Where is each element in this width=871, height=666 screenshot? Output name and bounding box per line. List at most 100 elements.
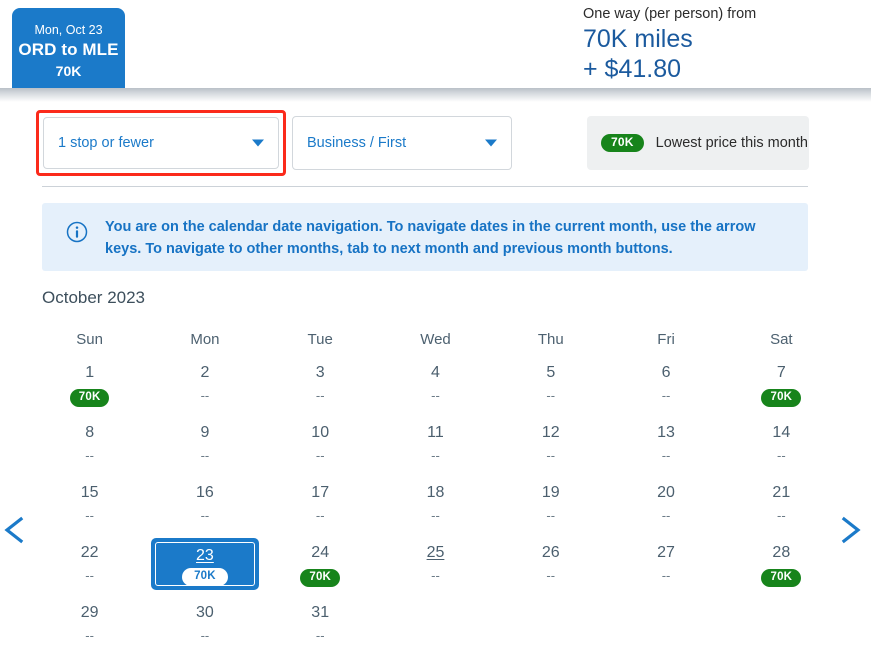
calendar-day-cell: 2 -- — [147, 358, 262, 418]
calendar-day-blank — [493, 598, 608, 656]
calendar-day-number: 28 — [772, 544, 791, 561]
calendar-day-number: 23 — [196, 547, 214, 564]
price-cash: + $41.80 — [583, 55, 682, 83]
calendar-day[interactable]: 24 70K — [263, 538, 378, 596]
chevron-right-icon — [841, 516, 861, 544]
calendar-day-price: -- — [315, 508, 325, 523]
calendar-day[interactable]: 12 -- — [493, 418, 608, 476]
calendar-day[interactable]: 9 -- — [147, 418, 262, 476]
calendar-day-cell: 7 70K — [724, 358, 839, 418]
calendar-day-number: 19 — [541, 484, 560, 501]
flight-tab-route: ORD to MLE — [18, 40, 119, 59]
calendar-day[interactable]: 11 -- — [378, 418, 493, 476]
next-month-button[interactable] — [833, 512, 867, 548]
calendar-day[interactable]: 20 -- — [608, 478, 723, 536]
calendar-day[interactable]: 7 70K — [724, 358, 839, 416]
calendar-day-number: 26 — [541, 544, 560, 561]
calendar-day-price: -- — [85, 568, 94, 583]
calendar-day[interactable]: 19 -- — [493, 478, 608, 536]
stops-filter-value: 1 stop or fewer — [58, 135, 154, 151]
calendar-day-blank — [724, 598, 839, 656]
price-summary: One way (per person) from 70K miles + $4… — [571, 0, 871, 84]
calendar-weeks: 1 70K 2 -- 3 -- 4 -- 5 -- 6 -- 7 70K 8 -- 9 -- 10 -- 11 -- 12-… — [32, 358, 839, 658]
banner-message: You are on the calendar date navigation.… — [105, 219, 756, 257]
stops-filter-focus-ring: 1 stop or fewer — [36, 110, 286, 176]
calendar-day-number: 12 — [541, 424, 560, 441]
calendar-day-cell: 27 -- — [608, 538, 723, 598]
calendar-day-cell: 6 -- — [608, 358, 723, 418]
calendar-day[interactable]: 28 70K — [724, 538, 839, 596]
calendar-day-number: 3 — [315, 364, 325, 381]
calendar-day-cell: 19 -- — [493, 478, 608, 538]
price-badge: 70K — [182, 568, 228, 586]
info-circle-icon — [66, 221, 88, 243]
cabin-filter-value: Business / First — [307, 135, 407, 151]
flight-segment-tab[interactable]: Mon, Oct 23 ORD to MLE 70K — [12, 8, 125, 90]
calendar-day[interactable]: 3 -- — [263, 358, 378, 416]
chevron-left-icon — [4, 516, 24, 544]
calendar-week-row: 15 -- 16 -- 17 -- 18 -- 19 -- 20 -- 21 -- — [32, 478, 839, 538]
calendar-day-price: -- — [200, 388, 210, 403]
header-divider-shadow — [0, 88, 871, 102]
chevron-down-icon — [252, 139, 264, 147]
accessibility-info-banner: You are on the calendar date navigation.… — [42, 203, 808, 271]
calendar-day[interactable]: 31 -- — [263, 598, 378, 656]
calendar-day[interactable]: 25 -- — [378, 538, 493, 596]
calendar-day[interactable]: 29 -- — [32, 598, 147, 656]
calendar-day-price: -- — [431, 568, 440, 583]
legend-label: Lowest price this month — [655, 135, 808, 151]
calendar-day-price: -- — [315, 388, 325, 403]
calendar-day-price: -- — [431, 508, 440, 523]
calendar-day-number: 13 — [657, 424, 675, 441]
calendar-day-cell: 12 -- — [493, 418, 608, 478]
calendar-day-number: 29 — [80, 604, 99, 621]
cabin-filter-select[interactable]: Business / First — [292, 116, 512, 170]
calendar-day[interactable]: 15 -- — [32, 478, 147, 536]
calendar-day[interactable]: 10 -- — [263, 418, 378, 476]
calendar-day-price: -- — [200, 508, 210, 523]
calendar-day-cell: 9 -- — [147, 418, 262, 478]
calendar-day[interactable]: 18 -- — [378, 478, 493, 536]
calendar-day-cell: 17 -- — [263, 478, 378, 538]
calendar-day-price: -- — [546, 508, 556, 523]
calendar-day-selected[interactable]: 23 70K — [150, 538, 259, 590]
calendar-day[interactable]: 5 -- — [493, 358, 608, 416]
calendar-day-price: 70K — [724, 567, 839, 587]
previous-month-button[interactable] — [0, 512, 34, 548]
calendar-day[interactable]: 22 -- — [32, 538, 147, 596]
calendar-day-cell: 25 -- — [378, 538, 493, 598]
calendar-day-number: 21 — [772, 484, 791, 501]
calendar-day[interactable]: 13 -- — [608, 418, 723, 476]
calendar-day-cell: 14 -- — [724, 418, 839, 478]
calendar-day[interactable]: 17 -- — [263, 478, 378, 536]
calendar-day-number: 9 — [200, 424, 210, 441]
price-label: One way (per person) from — [583, 6, 757, 22]
calendar-day[interactable]: 4 -- — [378, 358, 493, 416]
calendar-day-number: 11 — [427, 424, 444, 441]
stops-filter-select[interactable]: 1 stop or fewer — [43, 117, 279, 169]
calendar-day[interactable]: 27 -- — [608, 538, 723, 596]
calendar-day[interactable]: 26 -- — [493, 538, 608, 596]
calendar-day-price: -- — [546, 388, 556, 403]
calendar-day-price: -- — [546, 568, 556, 583]
calendar-day[interactable]: 30 -- — [147, 598, 262, 656]
chevron-down-icon — [485, 139, 497, 147]
calendar-day[interactable]: 14 -- — [724, 418, 839, 476]
calendar-day[interactable]: 6 -- — [608, 358, 723, 416]
calendar-week-row: 1 70K 2 -- 3 -- 4 -- 5 -- 6 -- 7 70K — [32, 358, 839, 418]
calendar-day[interactable]: 8 -- — [32, 418, 147, 476]
calendar-day[interactable]: 1 70K — [32, 358, 147, 416]
calendar-day-number: 18 — [426, 484, 445, 501]
calendar-day[interactable]: 21 -- — [724, 478, 839, 536]
calendar-day-cell: 8 -- — [32, 418, 147, 478]
calendar-day[interactable]: 16 -- — [147, 478, 262, 536]
weekday-tue: Tue — [307, 331, 333, 348]
calendar-day-cell: 18 -- — [378, 478, 493, 538]
calendar-day-price: -- — [661, 568, 671, 583]
price-badge: 70K — [761, 389, 802, 407]
calendar-day-price: -- — [546, 448, 556, 463]
calendar-day-cell: 5 -- — [493, 358, 608, 418]
calendar-day[interactable]: 2 -- — [147, 358, 262, 416]
calendar-day-number: 1 — [85, 364, 95, 381]
calendar-day-price: -- — [85, 628, 94, 643]
